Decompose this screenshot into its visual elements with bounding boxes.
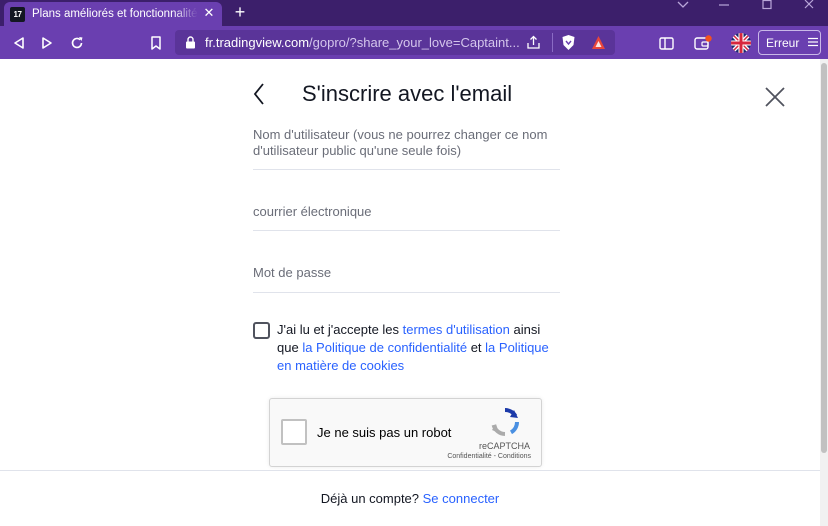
brave-shield-icon[interactable]: [561, 34, 576, 56]
hamburger-menu-icon: [808, 36, 819, 50]
new-tab-button[interactable]: +: [231, 3, 249, 21]
terms-text: J'ai lu et j'accepte les termes d'utilis…: [277, 321, 557, 375]
profile-error-label: Erreur: [766, 35, 800, 50]
bookmark-icon[interactable]: [145, 32, 167, 54]
sidebar-icon[interactable]: [655, 32, 677, 54]
page-scrollbar[interactable]: [820, 59, 828, 526]
email-field[interactable]: courrier électronique: [253, 204, 560, 231]
recaptcha-brand: reCAPTCHA: [478, 441, 530, 451]
url-domain: fr.tradingview.com: [205, 35, 310, 50]
maximize-window-icon[interactable]: [760, 0, 774, 14]
username-field[interactable]: Nom d'utilisateur (vous ne pourrez chang…: [253, 127, 560, 170]
address-bar[interactable]: fr.tradingview.com/gopro/?share_your_lov…: [175, 30, 615, 55]
browser-toolbar: fr.tradingview.com/gopro/?share_your_lov…: [0, 26, 828, 59]
back-triangle-icon[interactable]: [8, 32, 30, 54]
share-icon[interactable]: [526, 35, 541, 55]
forward-triangle-icon[interactable]: [36, 32, 58, 54]
terms-of-use-link[interactable]: termes d'utilisation: [403, 322, 510, 337]
signin-footer: Déjà un compte? Se connecter: [0, 470, 820, 526]
address-divider: [552, 33, 553, 52]
recaptcha-label: Je ne suis pas un robot: [317, 425, 452, 440]
lock-icon: [185, 36, 196, 54]
terms-checkbox[interactable]: [253, 322, 270, 339]
brave-rewards-icon[interactable]: [591, 35, 606, 55]
terms-mid-2: et: [467, 340, 486, 355]
browser-tab-strip: 17 Plans améliorés et fonctionnalités ✕ …: [0, 0, 828, 26]
minimize-window-icon[interactable]: [717, 0, 731, 14]
privacy-policy-link[interactable]: la Politique de confidentialité: [302, 340, 467, 355]
modal-title: S'inscrire avec l'email: [302, 81, 513, 106]
profile-avatar-icon[interactable]: [730, 32, 752, 54]
close-icon[interactable]: [763, 85, 787, 109]
sign-in-link[interactable]: Se connecter: [423, 491, 500, 506]
recaptcha-links[interactable]: Confidentialité - Conditions: [447, 453, 531, 460]
footer-text: Déjà un compte?: [320, 491, 423, 506]
browser-tab-active[interactable]: 17 Plans améliorés et fonctionnalités ✕: [4, 2, 222, 26]
signup-page: S'inscrire avec l'email Nom d'utilisateu…: [0, 59, 828, 526]
password-field[interactable]: Mot de passe: [253, 265, 560, 293]
url-path: /gopro/?share_your_love=Captaint...: [309, 35, 520, 50]
close-window-icon[interactable]: [802, 0, 816, 14]
tradingview-favicon-icon: 17: [10, 6, 25, 22]
terms-prefix: J'ai lu et j'accepte les: [277, 322, 403, 337]
url-text: fr.tradingview.com/gopro/?share_your_lov…: [205, 35, 525, 50]
profile-error-button[interactable]: Erreur: [758, 30, 821, 55]
back-arrow-icon[interactable]: [250, 81, 270, 107]
wallet-icon[interactable]: [692, 32, 714, 54]
tab-close-icon[interactable]: ✕: [202, 6, 216, 20]
reload-icon[interactable]: [66, 32, 88, 54]
recaptcha-widget: Je ne suis pas un robot reCAPTCHA Confid…: [269, 398, 542, 467]
chevron-down-icon[interactable]: [676, 0, 690, 14]
recaptcha-checkbox[interactable]: [281, 419, 307, 445]
tab-title: Plans améliorés et fonctionnalités: [32, 8, 198, 20]
recaptcha-logo-icon: [490, 407, 520, 437]
scrollbar-thumb[interactable]: [821, 63, 827, 453]
